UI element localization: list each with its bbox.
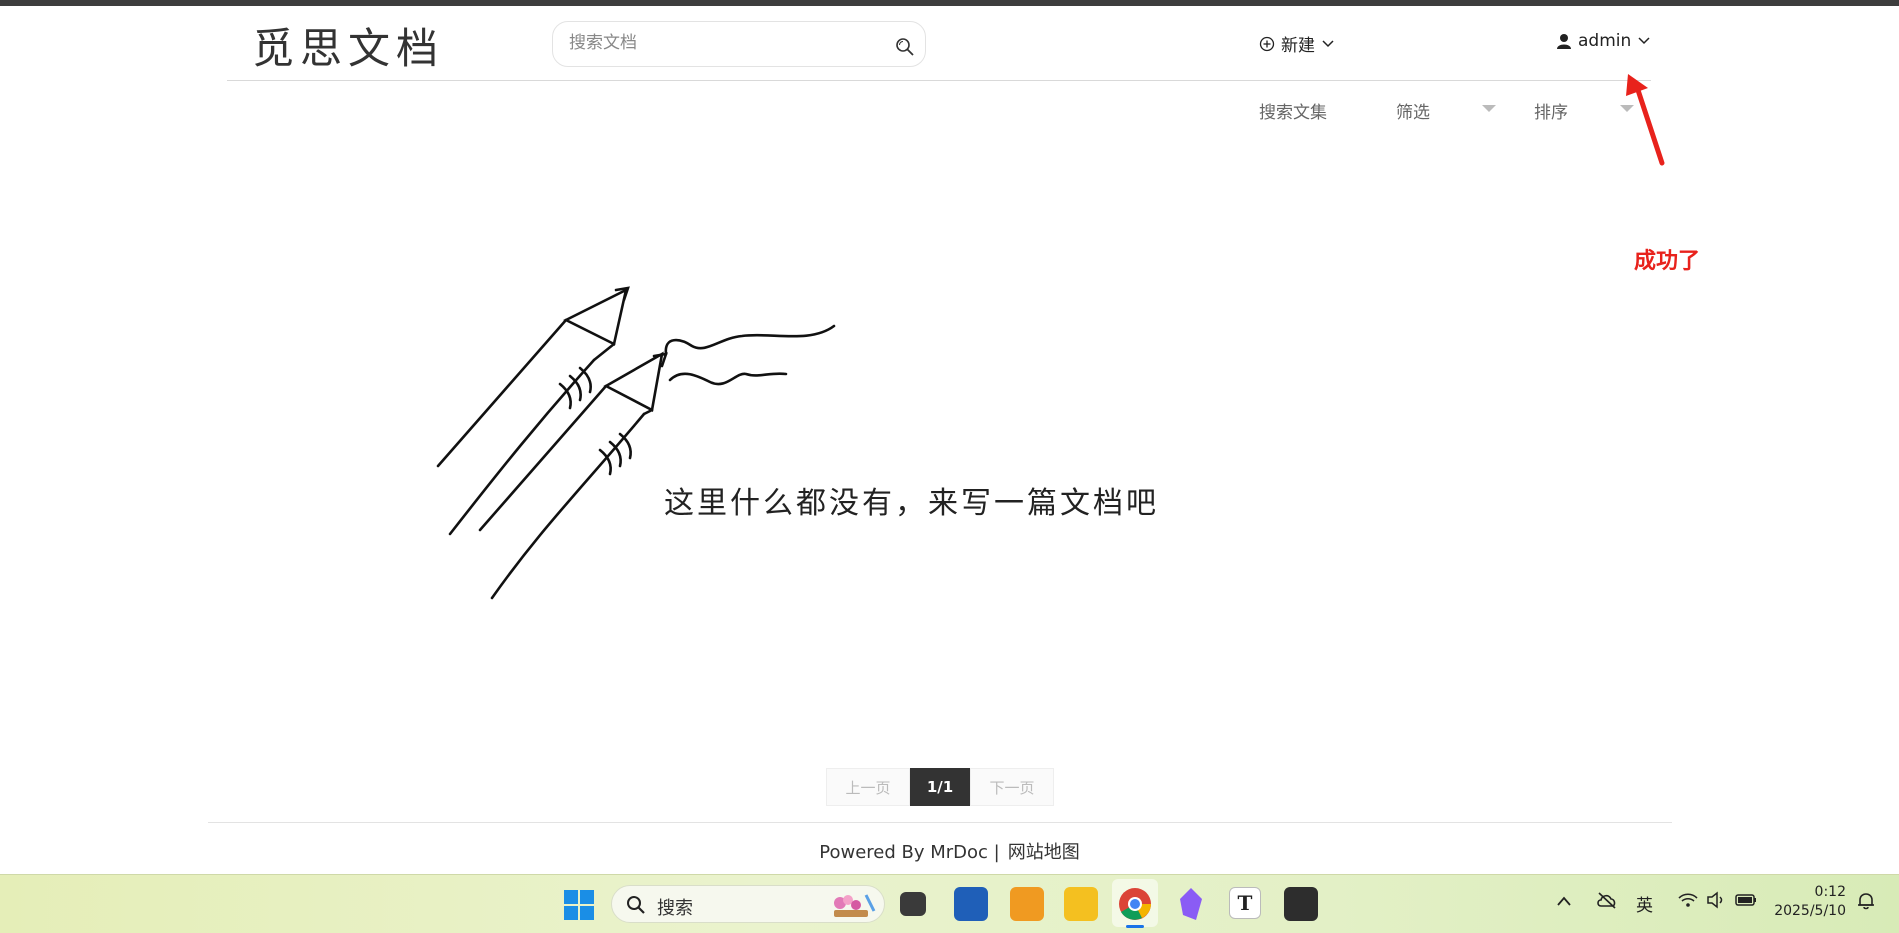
wifi-icon[interactable] (1677, 891, 1699, 909)
task-view-icon[interactable] (900, 892, 926, 916)
flowers-illustration-icon (834, 894, 876, 917)
terminal-app-icon[interactable] (1284, 887, 1318, 921)
current-page: 1/1 (910, 768, 970, 806)
windows-start-icon[interactable] (563, 889, 595, 921)
microsoft-store-icon[interactable] (954, 887, 988, 921)
clock-date: 2025/5/10 (1774, 903, 1846, 919)
user-menu[interactable]: admin (1556, 31, 1651, 51)
battery-icon[interactable] (1734, 892, 1758, 908)
filter-dropdown[interactable]: 筛选 (1396, 98, 1430, 123)
chevron-down-icon (1638, 37, 1650, 45)
new-menu-button[interactable]: 新建 (1259, 31, 1335, 56)
header-divider (227, 80, 1651, 81)
taskbar-search-label: 搜索 (657, 898, 693, 919)
pagination: 上一页 1/1 下一页 (826, 768, 1054, 806)
system-clock[interactable]: 0:12 2025/5/10 (1760, 883, 1846, 921)
search-input[interactable] (567, 32, 871, 54)
next-page-button[interactable]: 下一页 (970, 768, 1054, 806)
chevron-up-icon[interactable] (1556, 895, 1572, 907)
chrome-icon[interactable] (1118, 887, 1152, 921)
prev-page-button[interactable]: 上一页 (826, 768, 910, 806)
file-explorer-icon[interactable] (1064, 887, 1098, 921)
volume-icon[interactable] (1706, 891, 1726, 909)
user-name: admin (1578, 31, 1632, 51)
plus-circle-icon (1259, 36, 1275, 51)
pencil-illustration-icon (436, 286, 836, 600)
ime-indicator[interactable]: 英 (1636, 891, 1653, 916)
search-icon[interactable] (895, 37, 915, 57)
onedrive-cloud-icon[interactable] (1596, 891, 1618, 909)
taskbar: 搜索 T 英 0:12 2025/5/10 (0, 874, 1899, 933)
sort-dropdown[interactable]: 排序 (1534, 98, 1568, 123)
typora-icon[interactable]: T (1229, 887, 1261, 919)
empty-state-message: 这里什么都没有，来写一篇文档吧 (664, 486, 1159, 521)
powered-by-text[interactable]: Powered By MrDoc | (819, 842, 999, 863)
top-bar (0, 0, 1899, 6)
chevron-down-icon (1322, 39, 1334, 47)
user-icon (1557, 33, 1571, 49)
filter-caret-icon[interactable] (1482, 105, 1496, 112)
annotation-arrow-icon (1626, 74, 1665, 166)
sublime-text-icon[interactable] (1010, 887, 1044, 921)
search-icon (627, 896, 645, 914)
footer: Powered By MrDoc | 网站地图 (0, 838, 1899, 864)
taskbar-search[interactable]: 搜索 (611, 885, 885, 923)
footer-divider (208, 822, 1672, 823)
active-app-indicator (1126, 925, 1144, 928)
sitemap-link[interactable]: 网站地图 (1008, 842, 1080, 863)
obsidian-icon[interactable] (1178, 887, 1204, 921)
site-logo[interactable]: 觅思文档 (252, 24, 444, 74)
new-menu-label: 新建 (1281, 36, 1315, 56)
search-collection-link[interactable]: 搜索文集 (1259, 98, 1327, 123)
annotation-text: 成功了 (1634, 249, 1701, 274)
clock-time: 0:12 (1814, 884, 1846, 900)
notification-bell-icon[interactable] (1856, 891, 1876, 911)
search-box[interactable] (552, 21, 926, 67)
